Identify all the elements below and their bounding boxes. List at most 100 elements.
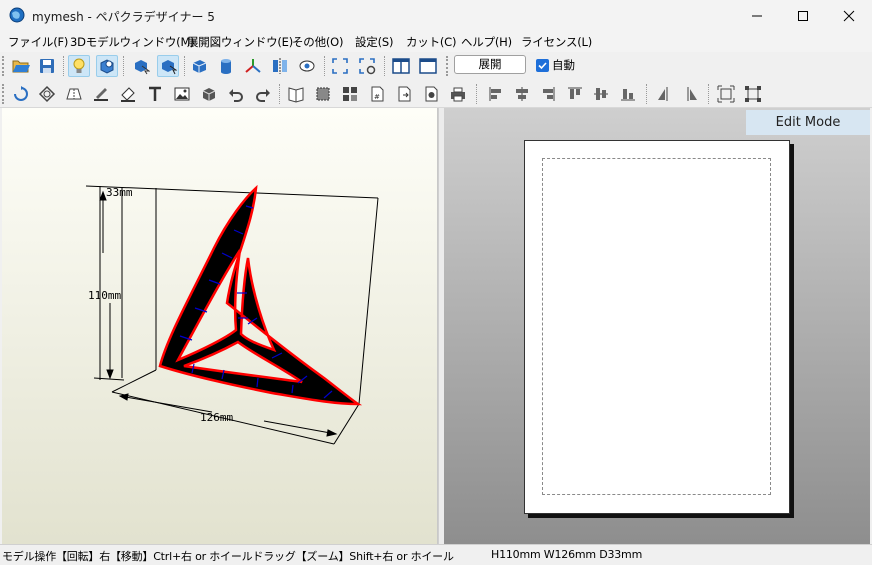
- split-view-button[interactable]: [390, 55, 412, 77]
- redo-button[interactable]: [252, 83, 274, 105]
- page-add-button[interactable]: [420, 83, 442, 105]
- frame-select-button[interactable]: [742, 83, 764, 105]
- align-bottom-button[interactable]: [617, 83, 639, 105]
- text-icon: [149, 86, 161, 101]
- select-frame-icon: [316, 87, 330, 101]
- flip-left-button[interactable]: [653, 83, 675, 105]
- align-center-button[interactable]: [511, 83, 533, 105]
- minimize-button[interactable]: [734, 0, 780, 32]
- align-right-button[interactable]: [537, 83, 559, 105]
- menu-help[interactable]: ヘルプ(H): [461, 34, 512, 50]
- toolbar-separator: [123, 56, 124, 76]
- line-pen-icon: [94, 88, 108, 101]
- model-3d-view[interactable]: 33mm 110mm 126mm: [2, 108, 438, 544]
- paint-button[interactable]: [117, 83, 139, 105]
- menu-3d-window[interactable]: 3Dモデルウィンドウ(M): [70, 34, 195, 50]
- unfold-button[interactable]: 展開: [454, 55, 526, 74]
- folder-open-icon: [12, 60, 30, 73]
- fold-line-button[interactable]: [90, 83, 112, 105]
- toolbar-separator: [279, 84, 280, 104]
- flip-right-button[interactable]: [680, 83, 702, 105]
- book-page-button[interactable]: [285, 83, 307, 105]
- model-edit-button[interactable]: [157, 55, 179, 77]
- join-edge-button[interactable]: [36, 83, 58, 105]
- flap-button[interactable]: [63, 83, 85, 105]
- arrange-icon: [343, 87, 357, 101]
- toolbar-grip[interactable]: [2, 56, 5, 76]
- split-window-icon: [392, 58, 410, 74]
- page-arrow-icon: [398, 86, 411, 102]
- page-gear-icon: [425, 86, 438, 102]
- 3d-shape-button[interactable]: [198, 83, 220, 105]
- undo-button[interactable]: [225, 83, 247, 105]
- model-3d-canvas[interactable]: 33mm 110mm 126mm: [2, 108, 438, 544]
- menu-other[interactable]: その他(O): [292, 34, 344, 50]
- status-model-size: H110mm W126mm D33mm: [491, 548, 643, 561]
- frame-fit-button[interactable]: [715, 83, 737, 105]
- toolbar-separator: [384, 56, 385, 76]
- menu-cut[interactable]: カット(C): [406, 34, 457, 50]
- svg-text:#: #: [374, 93, 380, 101]
- image-button[interactable]: [171, 83, 193, 105]
- toolbar-main: [0, 52, 872, 80]
- model-view-button[interactable]: [130, 55, 152, 77]
- close-button[interactable]: [826, 0, 872, 32]
- dimension-arrows: [99, 190, 338, 437]
- toolbar-grip[interactable]: [446, 56, 449, 76]
- align-center-icon: [516, 87, 528, 101]
- flip-right-icon: [687, 87, 697, 101]
- maximize-button[interactable]: [780, 0, 826, 32]
- view-settings-button[interactable]: [356, 55, 378, 77]
- toolbar-separator: [708, 84, 709, 104]
- undo-icon: [229, 89, 243, 102]
- light-toggle-button[interactable]: [68, 55, 90, 77]
- texture-toggle-button[interactable]: [96, 55, 118, 77]
- toolbar-separator: [184, 56, 185, 76]
- menu-file[interactable]: ファイル(F): [8, 34, 68, 50]
- cube-icon: [192, 60, 207, 73]
- align-top-icon: [568, 87, 582, 99]
- cube-primitive-button[interactable]: [188, 55, 210, 77]
- printer-icon: [451, 87, 465, 102]
- fit-view-button[interactable]: [329, 55, 351, 77]
- toolbar-separator: [63, 56, 64, 76]
- edit-mode-badge[interactable]: Edit Mode: [746, 110, 870, 135]
- status-bar: モデル操作【回転】右【移動】Ctrl+右 or ホイールドラッグ【ズーム】Shi…: [0, 544, 872, 565]
- axis-button[interactable]: [242, 55, 264, 77]
- text-button[interactable]: [144, 83, 166, 105]
- fit-gear-icon: [359, 58, 376, 75]
- page-number-button[interactable]: #: [366, 83, 388, 105]
- maximize-icon: [798, 11, 808, 21]
- page-settings-button[interactable]: [393, 83, 415, 105]
- align-top-button[interactable]: [564, 83, 586, 105]
- frame-fit-icon: [717, 85, 735, 103]
- cube-arrow-icon: [135, 60, 150, 75]
- open-file-button[interactable]: [10, 55, 32, 77]
- select-parts-button[interactable]: [312, 83, 334, 105]
- cylinder-primitive-button[interactable]: [215, 55, 237, 77]
- mirror-button[interactable]: [269, 55, 291, 77]
- auto-checkbox-label[interactable]: 自動: [552, 57, 575, 73]
- toolbar-grip[interactable]: [2, 84, 5, 104]
- view-eye-button[interactable]: [296, 55, 318, 77]
- menu-license[interactable]: ライセンス(L): [521, 34, 592, 50]
- align-right-icon: [543, 87, 555, 101]
- align-left-button[interactable]: [485, 83, 507, 105]
- save-button[interactable]: [36, 55, 58, 77]
- single-view-button[interactable]: [417, 55, 439, 77]
- join-icon: [38, 85, 56, 103]
- align-middle-icon: [594, 88, 608, 100]
- mirror-icon: [273, 58, 287, 74]
- rotate-part-button[interactable]: [10, 83, 32, 105]
- status-hint: モデル操作【回転】右【移動】Ctrl+右 or ホイールドラッグ【ズーム】Shi…: [2, 550, 454, 563]
- unfold-2d-view[interactable]: Edit Mode: [444, 108, 870, 544]
- paper-sheet[interactable]: [524, 140, 790, 514]
- mesh-model[interactable]: [158, 184, 363, 406]
- window-title: mymesh - ペパクラデザイナー 5: [32, 10, 215, 24]
- auto-checkbox[interactable]: [536, 59, 549, 72]
- arrange-button[interactable]: [339, 83, 361, 105]
- align-middle-button[interactable]: [590, 83, 612, 105]
- menu-unfold-window[interactable]: 展開図ウィンドウ(E): [187, 34, 293, 50]
- print-button[interactable]: [447, 83, 469, 105]
- menu-settings[interactable]: 設定(S): [355, 34, 393, 50]
